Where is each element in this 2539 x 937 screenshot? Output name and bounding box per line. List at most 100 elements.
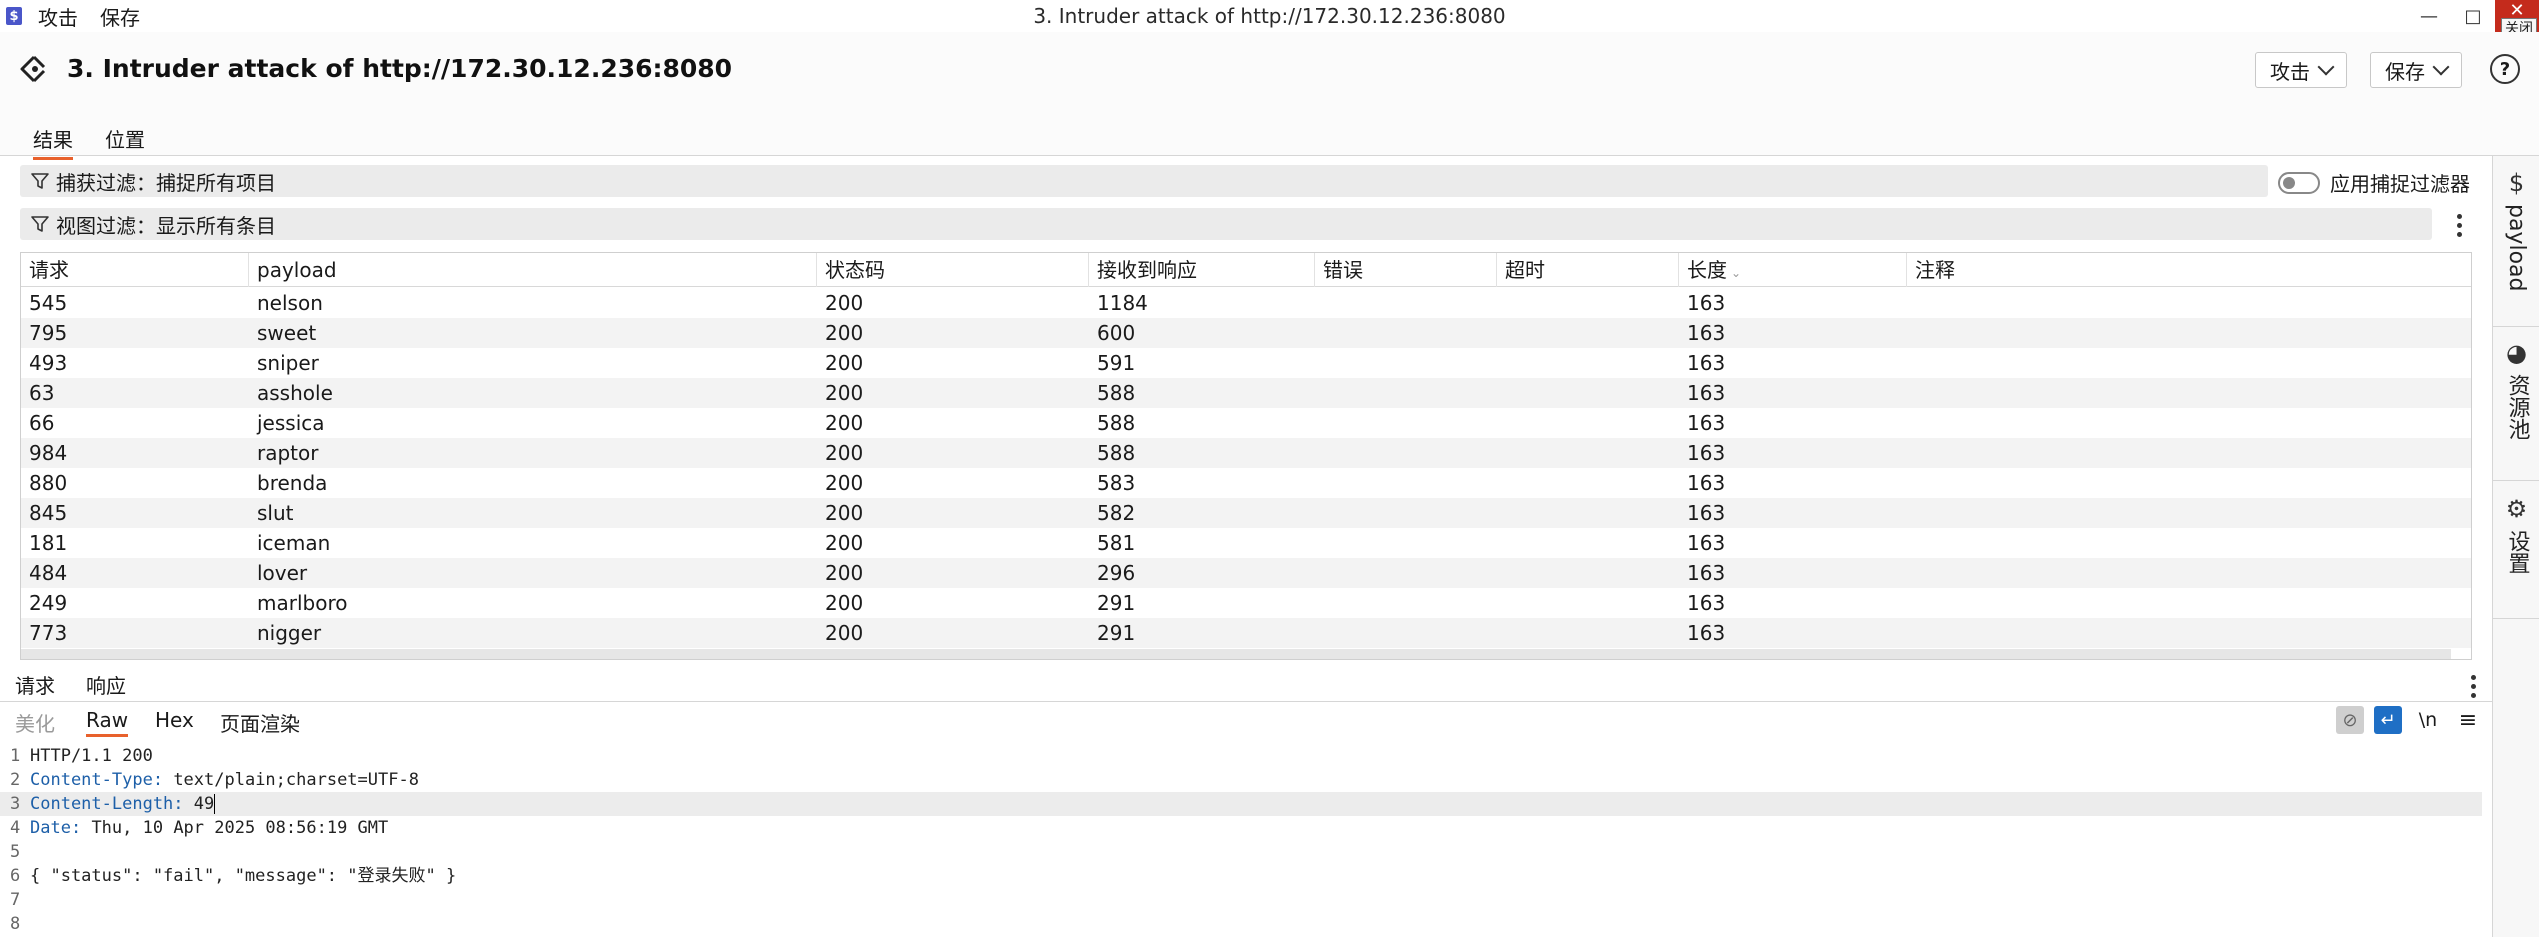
line-value: text/plain;charset=UTF-8 — [163, 770, 419, 790]
maximize-icon[interactable]: □ — [2451, 0, 2495, 32]
table-row[interactable]: 249 marlboro 200 291 163 — [21, 588, 2471, 618]
cell-status: 200 — [825, 561, 864, 585]
cell-status: 200 — [825, 291, 864, 315]
tab-response[interactable]: 响应 — [86, 670, 126, 705]
table-row[interactable]: 181 iceman 200 581 163 — [21, 528, 2471, 558]
os-title-bar: $ 攻击 保存 — [0, 0, 2539, 32]
cell-response-received: 1184 — [1097, 291, 1148, 315]
cell-comment — [1907, 288, 1915, 318]
tab-request[interactable]: 请求 — [15, 670, 55, 702]
line-content: Content-Type: text/plain;charset=UTF-8 — [30, 770, 419, 790]
table-row[interactable]: 880 brenda 200 583 163 — [21, 468, 2471, 498]
os-menu-save[interactable]: 保存 — [100, 2, 140, 31]
cell-length: 163 — [1687, 471, 1726, 495]
cell-length: 163 — [1687, 501, 1726, 525]
newline-toggle[interactable]: \n — [2414, 706, 2442, 734]
attack-dropdown-button[interactable]: 攻击 — [2255, 52, 2347, 88]
hide-nonprintable-icon[interactable]: ⊘ — [2336, 706, 2364, 734]
table-row[interactable]: 63 asshole 200 588 163 — [21, 378, 2471, 408]
table-row[interactable]: 773 nigger 200 291 163 — [21, 618, 2471, 648]
cell-status: 200 — [825, 381, 864, 405]
message-menu-icon[interactable] — [2469, 675, 2477, 698]
column-header-request[interactable]: 请求 — [21, 253, 249, 287]
sidebar-item-resource-pool[interactable]: ◕ 资源池 — [2493, 339, 2539, 440]
minimize-icon[interactable]: — — [2407, 0, 2451, 32]
close-window-button[interactable]: ✕ 关闭 — [2495, 0, 2539, 40]
tab-results[interactable]: 结果 — [33, 124, 73, 160]
table-row[interactable]: 984 raptor 200 588 163 — [21, 438, 2471, 468]
tab-render[interactable]: 页面渲染 — [220, 708, 300, 737]
editor-line: 5 — [0, 840, 2482, 864]
apply-capture-filter[interactable]: 应用捕捉过滤器 — [2278, 168, 2470, 197]
cell-comment — [1907, 438, 1915, 468]
response-editor[interactable]: 1 HTTP/1.1 200 2 Content-Type: text/plain;c… — [0, 740, 2492, 937]
table-row[interactable]: 795 sweet 200 600 163 — [21, 318, 2471, 348]
line-value: Thu, 10 Apr 2025 08:56:19 GMT — [81, 818, 389, 838]
cell-request: 249 — [29, 591, 68, 615]
column-header-status[interactable]: 状态码 — [817, 253, 1089, 287]
column-header-comment[interactable]: 注释 — [1907, 253, 2471, 287]
column-header-length[interactable]: 长度 ⌄ — [1679, 253, 1907, 287]
cell-status: 200 — [825, 591, 864, 615]
tab-hex[interactable]: Hex — [155, 708, 194, 732]
tab-positions[interactable]: 位置 — [105, 124, 145, 157]
cell-status: 200 — [825, 621, 864, 645]
cell-payload: sweet — [257, 321, 317, 345]
cell-comment — [1907, 408, 1915, 438]
view-filter-text: 视图过滤：显示所有条目 — [56, 213, 276, 238]
cell-response-received: 588 — [1097, 441, 1136, 465]
view-filter-menu-icon[interactable] — [2455, 214, 2463, 237]
table-row[interactable]: 545 nelson 200 1184 163 — [21, 288, 2471, 318]
cell-length: 163 — [1687, 321, 1726, 345]
column-header-timeout[interactable]: 超时 — [1497, 253, 1679, 287]
cell-timeout — [1497, 378, 1505, 408]
table-row[interactable]: 66 jessica 200 588 163 — [21, 408, 2471, 438]
cell-comment — [1907, 558, 1915, 588]
table-row[interactable]: 845 slut 200 582 163 — [21, 498, 2471, 528]
column-header-payload[interactable]: payload — [249, 253, 817, 287]
line-number: 4 — [10, 818, 21, 838]
line-number: 1 — [10, 746, 21, 766]
os-menu-attack[interactable]: 攻击 — [38, 2, 78, 31]
line-number: 2 — [10, 770, 21, 790]
cell-timeout — [1497, 498, 1505, 528]
table-row[interactable]: 484 lover 200 296 163 — [21, 558, 2471, 588]
editor-line: 8 — [0, 912, 2482, 936]
cell-request: 795 — [29, 321, 68, 345]
table-row[interactable]: 493 sniper 200 591 163 — [21, 348, 2471, 378]
capture-filter-bar[interactable]: 捕获过滤：捕捉所有项目 — [20, 165, 2268, 197]
cell-payload: raptor — [257, 441, 319, 465]
cell-response-received: 583 — [1097, 471, 1136, 495]
cell-timeout — [1497, 438, 1505, 468]
os-menu: 攻击 保存 — [38, 2, 140, 31]
cell-comment — [1907, 468, 1915, 498]
attack-button-label: 攻击 — [2270, 59, 2310, 84]
cell-payload: iceman — [257, 531, 331, 555]
menu-lines-icon[interactable]: ≡ — [2454, 706, 2482, 734]
cell-payload: brenda — [257, 471, 328, 495]
horizontal-scrollbar[interactable] — [21, 649, 2451, 659]
column-header-error[interactable]: 错误 — [1315, 253, 1497, 287]
cell-response-received: 591 — [1097, 351, 1136, 375]
cell-timeout — [1497, 288, 1505, 318]
column-header-response-received[interactable]: 接收到响应 — [1089, 253, 1315, 287]
cell-timeout — [1497, 468, 1505, 498]
save-dropdown-button[interactable]: 保存 — [2370, 52, 2462, 88]
filter-icon — [31, 216, 49, 232]
cell-error — [1315, 288, 1323, 318]
sidebar-item-label: 设置 — [2504, 530, 2530, 574]
back-icon[interactable] — [18, 54, 48, 84]
sidebar-item-payload[interactable]: $ payload — [2493, 169, 2539, 291]
sidebar-item-settings[interactable]: ⚙ 设置 — [2493, 495, 2539, 574]
word-wrap-icon[interactable]: ↵ — [2374, 706, 2402, 734]
cell-error — [1315, 348, 1323, 378]
pie-chart-icon: ◕ — [2506, 339, 2527, 367]
text-caret — [214, 794, 216, 814]
tab-pretty[interactable]: 美化 — [15, 708, 55, 737]
apply-filter-toggle[interactable] — [2278, 171, 2320, 194]
tab-raw[interactable]: Raw — [86, 708, 129, 737]
help-icon[interactable]: ? — [2490, 54, 2520, 84]
cell-payload: nigger — [257, 621, 322, 645]
editor-line: 6 { "status": "fail", "message": "登录失败" } — [0, 864, 2482, 888]
view-filter-bar[interactable]: 视图过滤：显示所有条目 — [20, 208, 2432, 240]
